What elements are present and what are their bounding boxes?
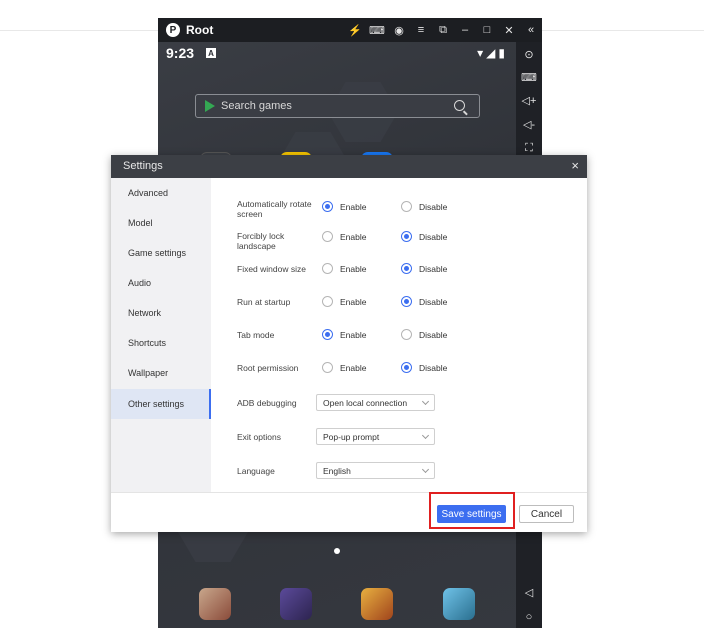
radio-disable[interactable] — [401, 201, 412, 212]
menu-icon[interactable]: ≡ — [410, 18, 432, 42]
radio-enable[interactable] — [322, 263, 333, 274]
radio-enable[interactable] — [322, 329, 333, 340]
toggle-label: Tab mode — [237, 330, 275, 340]
toggle-label: Forcibly lock landscape — [237, 231, 285, 251]
select-value: Open local connection — [323, 397, 408, 408]
close-icon[interactable]: × — [571, 158, 579, 173]
sidebar-item-model[interactable]: Model — [111, 208, 211, 238]
emulator-title: Root — [186, 23, 214, 37]
dialog-header: Settings × — [111, 155, 587, 178]
settings-sidebar: Advanced Model Game settings Audio Netwo… — [111, 178, 211, 492]
settings-dialog: Settings × Advanced Model Game settings … — [111, 155, 587, 532]
sidebar-item-audio[interactable]: Audio — [111, 268, 211, 298]
radio-disable-label: Disable — [419, 363, 448, 373]
sidebar-item-game-settings[interactable]: Game settings — [111, 238, 211, 268]
radio-enable-label: Enable — [340, 202, 367, 212]
radio-disable-label: Disable — [419, 330, 448, 340]
chevron-down-icon — [421, 397, 430, 406]
toggle-label: Run at startup — [237, 297, 291, 307]
dialog-footer — [111, 492, 587, 532]
bolt-icon[interactable]: ⚡ — [344, 18, 366, 42]
chevron-down-icon — [421, 465, 430, 474]
chevron-down-icon — [421, 431, 430, 440]
radio-enable-label: Enable — [340, 330, 367, 340]
dialog-title: Settings — [123, 160, 163, 172]
highlight-box — [429, 492, 515, 529]
close-icon[interactable]: ✕ — [498, 18, 520, 42]
radio-disable-label: Disable — [419, 264, 448, 274]
status-badge: A — [206, 48, 216, 58]
radio-disable[interactable] — [401, 231, 412, 242]
search-placeholder: Search games — [221, 100, 292, 112]
volume-down-icon[interactable]: ◁- — [516, 114, 542, 134]
radio-disable-label: Disable — [419, 202, 448, 212]
radio-disable[interactable] — [401, 296, 412, 307]
dock-app-icon[interactable] — [280, 588, 312, 620]
dock-app-icon[interactable] — [443, 588, 475, 620]
settings-content: Automatically rotate screen Enable Disab… — [211, 178, 587, 492]
search-icon[interactable] — [454, 100, 465, 111]
status-time: 9:23 — [166, 45, 195, 61]
sidebar-item-network[interactable]: Network — [111, 298, 211, 328]
select-label: Exit options — [237, 432, 281, 442]
radio-enable[interactable] — [322, 231, 333, 242]
dock-app-icon[interactable] — [199, 588, 231, 620]
volume-up-icon[interactable]: ◁+ — [516, 90, 542, 110]
sidebar-item-other-settings[interactable]: Other settings — [111, 389, 211, 419]
select-label: ADB debugging — [237, 398, 297, 408]
maximize-icon[interactable]: □ — [476, 18, 498, 42]
radio-enable[interactable] — [322, 362, 333, 373]
home-icon[interactable]: ○ — [516, 607, 542, 627]
radio-enable-label: Enable — [340, 297, 367, 307]
gamepad-icon[interactable]: ⌨ — [366, 18, 388, 42]
select-value: English — [323, 465, 351, 476]
sidebar-item-wallpaper[interactable]: Wallpaper — [111, 358, 211, 388]
screen-icon[interactable]: ⧉ — [432, 18, 454, 42]
account-icon[interactable]: ◉ — [388, 18, 410, 42]
exit-options-select[interactable]: Pop-up prompt — [316, 428, 435, 445]
play-store-icon — [205, 100, 215, 112]
radio-enable-label: Enable — [340, 232, 367, 242]
signal-battery-icons: ▾◢▮ — [477, 46, 508, 60]
adb-debugging-select[interactable]: Open local connection — [316, 394, 435, 411]
collapse-icon[interactable]: « — [520, 18, 542, 42]
sidebar-item-advanced[interactable]: Advanced — [111, 178, 211, 208]
radio-disable-label: Disable — [419, 232, 448, 242]
select-value: Pop-up prompt — [323, 431, 380, 442]
emulator-titlebar: P Root ⚡ ⌨ ◉ ≡ ⧉ – □ ✕ « — [158, 18, 542, 42]
app-logo-icon: P — [166, 23, 180, 37]
radio-disable[interactable] — [401, 329, 412, 340]
language-select[interactable]: English — [316, 462, 435, 479]
sidebar-item-shortcuts[interactable]: Shortcuts — [111, 328, 211, 358]
cancel-button[interactable]: Cancel — [519, 505, 574, 523]
page-indicator-dot — [334, 548, 340, 554]
radio-enable-label: Enable — [340, 363, 367, 373]
minimize-icon[interactable]: – — [454, 18, 476, 42]
radio-disable-label: Disable — [419, 297, 448, 307]
select-label: Language — [237, 466, 275, 476]
radio-enable[interactable] — [322, 296, 333, 307]
radio-enable-label: Enable — [340, 264, 367, 274]
keyboard-icon[interactable]: ⌨ — [516, 67, 542, 87]
toggle-label: Fixed window size — [237, 264, 306, 274]
settings-icon[interactable]: ⊙ — [516, 44, 542, 64]
radio-enable[interactable] — [322, 201, 333, 212]
dock-app-icon[interactable] — [361, 588, 393, 620]
search-games-bar[interactable]: Search games — [195, 94, 480, 118]
radio-disable[interactable] — [401, 362, 412, 373]
toggle-label: Automatically rotate screen — [237, 199, 312, 219]
back-icon[interactable]: ◁ — [516, 582, 542, 602]
toggle-label: Root permission — [237, 363, 299, 373]
radio-disable[interactable] — [401, 263, 412, 274]
